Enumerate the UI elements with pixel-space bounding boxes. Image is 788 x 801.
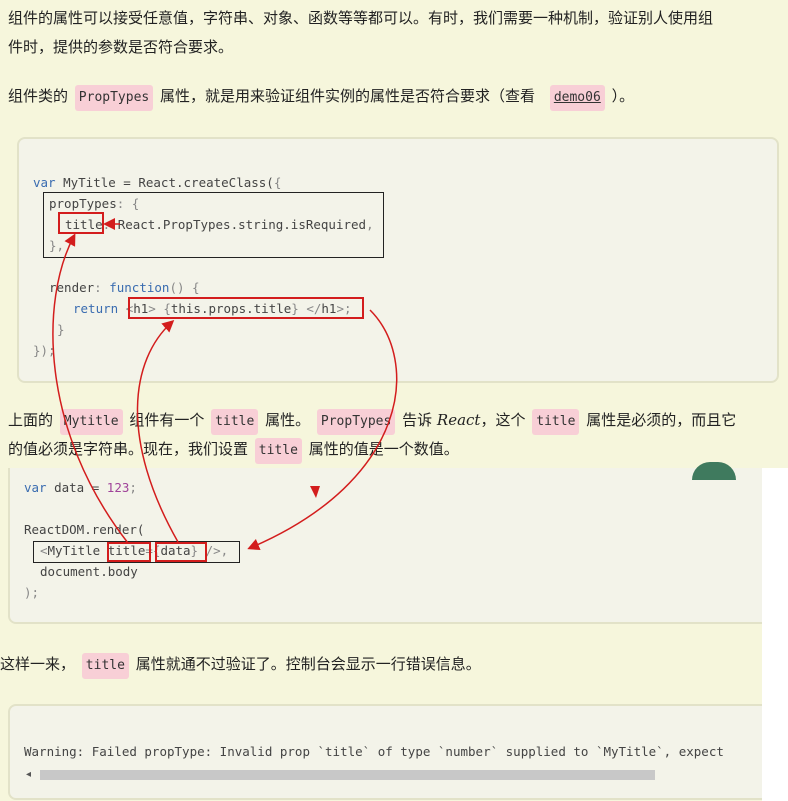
render-return-highlight (128, 297, 364, 319)
code-line: var data = 123; (24, 478, 137, 498)
text-segment: 属性就通不过验证了。控制台会显示一行错误信息。 (135, 655, 481, 673)
code-line: ); (24, 583, 39, 603)
code-token: ); (24, 585, 40, 600)
scrollbar-thumb[interactable] (40, 770, 655, 780)
inline-code-title: title (211, 409, 259, 435)
code-token: var (24, 480, 47, 495)
text-segment: 属性，就是用来验证组件实例的属性是否符合要求（查看 (160, 87, 536, 105)
paragraph-intro-line2: 件时，提供的参数是否符合要求。 (8, 38, 234, 56)
code-token: ReactDOM.render( (24, 522, 145, 537)
code-line: var MyTitle = React.createClass({ (33, 173, 281, 193)
code-token: }); (33, 343, 56, 358)
title-prop-highlight (58, 212, 104, 234)
code-line: document.body (40, 562, 138, 582)
text-segment: ）。 (611, 87, 635, 105)
code-line: ReactDOM.render( (24, 520, 144, 540)
text-segment: 组件类的 (8, 87, 69, 105)
paragraph-explanation: 上面的 Mytitle 组件有一个 title 属性。 PropTypes 告诉… (8, 406, 788, 464)
text-segment: 上面的 (8, 411, 54, 429)
inline-code-proptypes: PropTypes (74, 85, 154, 111)
code-token: data = (46, 480, 107, 495)
text-segment: 属性的值是一个数值。 (308, 440, 459, 458)
code-token: render (49, 280, 95, 295)
text-segment: 告诉 (402, 411, 433, 429)
demo-link[interactable]: demo06 (549, 85, 605, 111)
annotation-arrows (52, 218, 398, 550)
code-line: render: function() { (49, 278, 200, 298)
code-token: var (33, 175, 56, 190)
paragraph-intro-line1: 组件的属性可以接受任意值，字符串、对象、函数等等都可以。有时，我们需要一种机制，… (8, 9, 714, 27)
code-token: : (94, 280, 110, 295)
scroll-left-arrow-icon[interactable]: ◂ (26, 768, 31, 782)
emphasis-react: React (436, 411, 481, 429)
inline-code-title: title (532, 409, 580, 435)
code-line: }); (33, 341, 56, 361)
code-token: MyTitle = React.createClass( (55, 175, 274, 190)
text-segment: ，这个 (480, 411, 526, 429)
inline-code-title: title (81, 653, 129, 679)
text-segment: 组件有一个 (129, 411, 205, 429)
horizontal-scrollbar[interactable]: ◂ ▸ (26, 768, 772, 782)
code-token: document.body (40, 564, 138, 579)
paragraph-result: 这样一来， title 属性就通不过验证了。控制台会显示一行错误信息。 (0, 650, 788, 679)
code-token: return (73, 301, 119, 316)
text-segment: 这样一来， (0, 655, 76, 673)
code-token: 123 (106, 480, 130, 495)
code-token: function (109, 280, 170, 295)
code-token: ; (129, 480, 137, 495)
page-edge-strip (762, 468, 788, 801)
data-value-highlight (155, 542, 207, 562)
code-token: { (273, 175, 282, 190)
code-block-warning: Warning: Failed propType: Invalid prop `… (8, 704, 780, 800)
inline-code-proptypes: PropTypes (316, 409, 396, 435)
warning-line: Warning: Failed propType: Invalid prop `… (24, 744, 724, 759)
text-segment: 属性。 (265, 411, 311, 429)
inline-code-mytitle: Mytitle (59, 409, 123, 435)
code-block-component: var MyTitle = React.createClass({ propTy… (17, 137, 779, 383)
inline-code-title: title (254, 438, 302, 464)
code-line: } (57, 320, 65, 340)
code-token: } (57, 322, 65, 337)
paragraph-intro: 组件的属性可以接受任意值，字符串、对象、函数等等都可以。有时，我们需要一种机制，… (8, 4, 788, 62)
partial-logo-icon (692, 462, 736, 480)
text-segment: 属性是必须的，而且它 (586, 411, 737, 429)
title-attr-highlight (107, 542, 151, 562)
paragraph-proptypes: 组件类的 PropTypes 属性，就是用来验证组件实例的属性是否符合要求（查看… (8, 82, 788, 111)
text-segment: 的值必须是字符串。现在，我们设置 (8, 440, 249, 458)
code-token: () { (169, 280, 200, 295)
